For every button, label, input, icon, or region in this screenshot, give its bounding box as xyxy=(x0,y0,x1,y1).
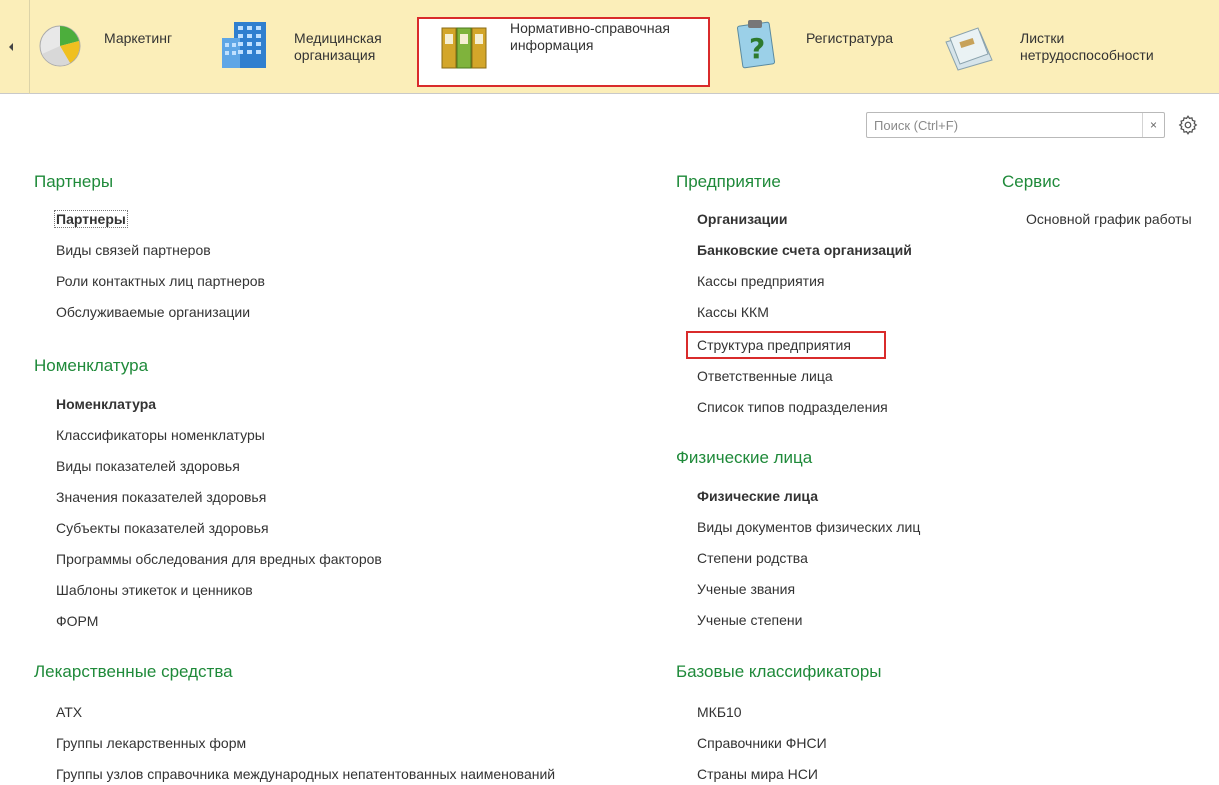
link-cash-desks[interactable]: Кассы предприятия xyxy=(697,273,825,289)
svg-text:?: ? xyxy=(749,32,765,65)
link-icd10[interactable]: МКБ10 xyxy=(697,704,742,720)
section-label: Медицинская организация xyxy=(294,30,382,63)
search-input[interactable] xyxy=(867,113,1137,137)
section-label: Листки нетрудоспособности xyxy=(1020,30,1154,63)
link-inn-node-groups[interactable]: Группы узлов справочника международных н… xyxy=(56,766,555,782)
pie-chart-icon xyxy=(39,25,81,67)
link-health-indicator-types[interactable]: Виды показателей здоровья xyxy=(56,458,240,474)
section-sick-leave[interactable]: Листки нетрудоспособности xyxy=(940,8,1210,86)
group-title-drugs: Лекарственные средства xyxy=(34,662,233,681)
group-title-nomenclature: Номенклатура xyxy=(34,356,149,375)
section-label: Нормативно-справочная информация xyxy=(510,20,670,53)
link-academic-titles[interactable]: Ученые звания xyxy=(697,581,795,597)
group-title-service: Сервис xyxy=(1002,172,1061,191)
clear-search-button[interactable]: × xyxy=(1142,113,1164,137)
section-medical-organization[interactable]: Медицинская организация xyxy=(218,8,408,86)
link-served-organizations[interactable]: Обслуживаемые организации xyxy=(56,304,250,320)
link-organizations[interactable]: Организации xyxy=(697,211,788,227)
link-department-types[interactable]: Список типов подразделения xyxy=(697,399,888,415)
link-fnsi-references[interactable]: Справочники ФНСИ xyxy=(697,735,827,751)
clipboard-question-icon: ? xyxy=(736,20,776,69)
group-title-enterprise: Предприятие xyxy=(676,172,781,191)
link-health-indicator-subjects[interactable]: Субъекты показателей здоровья xyxy=(56,520,269,536)
link-form[interactable]: ФОРМ xyxy=(56,613,98,629)
link-partner-contact-roles[interactable]: Роли контактных лиц партнеров xyxy=(56,273,265,289)
group-title-partners: Партнеры xyxy=(34,172,114,191)
link-drug-form-groups[interactable]: Группы лекарственных форм xyxy=(56,735,246,751)
link-atc[interactable]: АТХ xyxy=(56,704,82,720)
link-kinship-degrees[interactable]: Степени родства xyxy=(697,550,808,566)
section-normative-reference[interactable]: Нормативно-справочная информация xyxy=(418,18,709,86)
building-icon xyxy=(222,22,266,68)
link-main-work-schedule[interactable]: Основной график работы xyxy=(1026,211,1192,227)
link-individuals[interactable]: Физические лица xyxy=(697,488,818,504)
group-title-individuals: Физические лица xyxy=(676,448,813,467)
link-harmful-factor-programs[interactable]: Программы обследования для вредных факто… xyxy=(56,551,382,567)
section-registry[interactable]: ? Регистратура xyxy=(728,8,918,86)
gear-icon[interactable] xyxy=(1177,114,1199,136)
section-label: Маркетинг xyxy=(104,30,173,46)
link-health-indicator-values[interactable]: Значения показателей здоровья xyxy=(56,489,266,505)
section-label: Регистратура xyxy=(806,30,894,46)
link-kkm-cash-desks[interactable]: Кассы ККМ xyxy=(697,304,769,320)
link-label-templates[interactable]: Шаблоны этикеток и ценников xyxy=(56,582,253,598)
section-panel: Маркетинг Медицинская организация Нормат… xyxy=(0,0,1219,94)
documents-icon xyxy=(945,27,993,71)
link-individual-document-types[interactable]: Виды документов физических лиц xyxy=(697,519,920,535)
link-partners[interactable]: Партнеры xyxy=(54,210,128,228)
link-responsible-persons[interactable]: Ответственные лица xyxy=(697,368,833,384)
link-partner-relation-types[interactable]: Виды связей партнеров xyxy=(56,242,211,258)
search-box: × xyxy=(866,112,1165,138)
arrow-left-icon xyxy=(9,43,13,51)
scroll-left-button[interactable] xyxy=(0,0,30,94)
section-marketing[interactable]: Маркетинг xyxy=(34,8,204,86)
group-title-base-classifiers: Базовые классификаторы xyxy=(676,662,882,681)
link-nomenclature[interactable]: Номенклатура xyxy=(56,396,156,412)
binders-icon xyxy=(441,27,487,69)
link-nomenclature-classifiers[interactable]: Классификаторы номенклатуры xyxy=(56,427,265,443)
link-academic-degrees[interactable]: Ученые степени xyxy=(697,612,802,628)
link-bank-accounts[interactable]: Банковские счета организаций xyxy=(697,242,912,258)
link-enterprise-structure[interactable]: Структура предприятия xyxy=(697,337,851,353)
link-world-countries[interactable]: Страны мира НСИ xyxy=(697,766,818,782)
